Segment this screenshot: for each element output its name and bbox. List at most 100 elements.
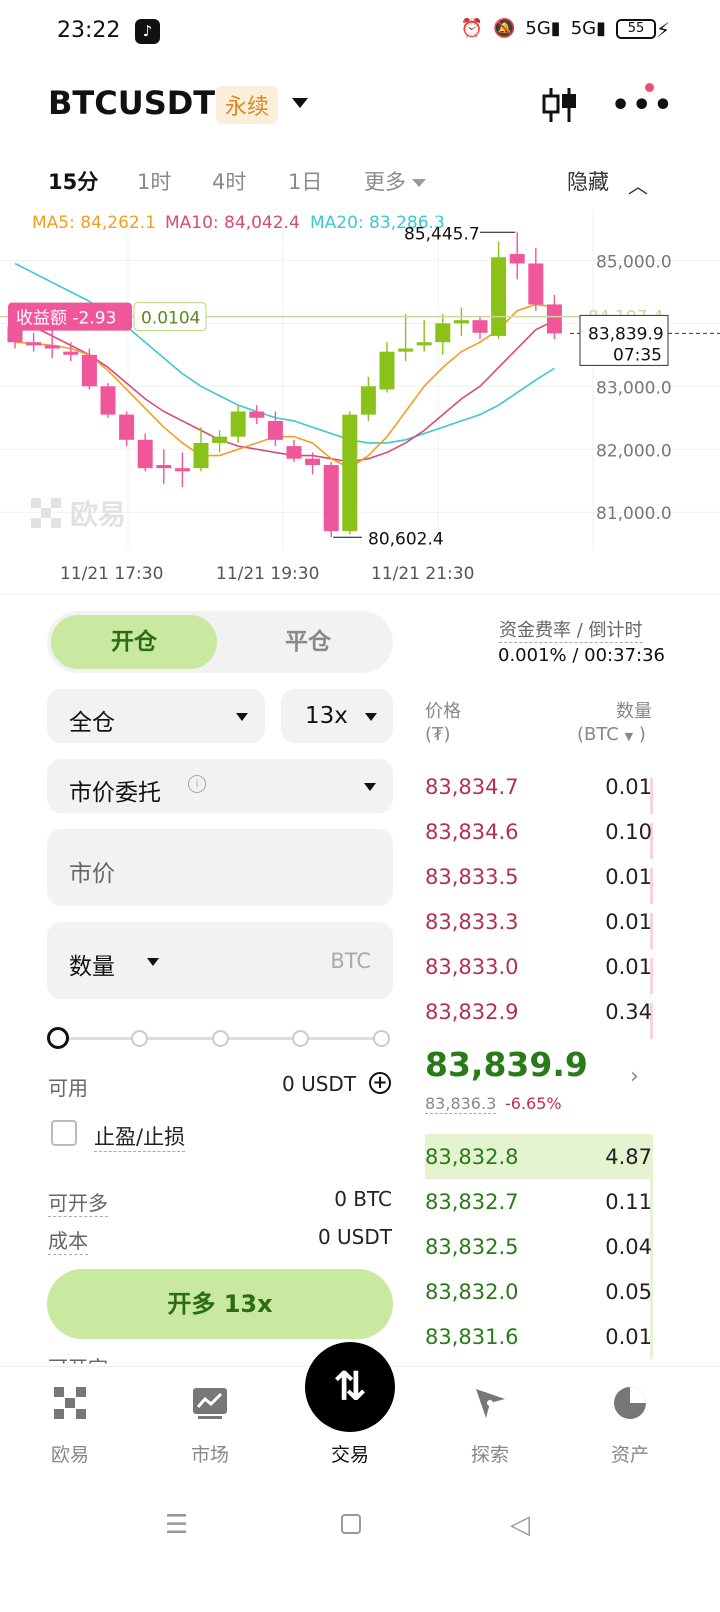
candle-body [174, 468, 190, 472]
candle-body [81, 354, 97, 387]
ask-qty: 0.34 [605, 1000, 652, 1024]
quantity-input[interactable]: 数量 BTC [47, 922, 393, 999]
candle-body [453, 320, 469, 324]
open-long-button[interactable]: 开多 13x [47, 1269, 393, 1339]
market-chart-icon[interactable] [192, 1385, 228, 1421]
ask-price[interactable]: 83,832.9 [425, 1000, 519, 1024]
slider-stop-75[interactable] [292, 1030, 309, 1047]
compass-icon[interactable] [472, 1385, 508, 1421]
status-bar: 23:22 ♪ ⏰ 🔕 5G▮ 5G▮ 55 ⚡ [0, 0, 720, 64]
tpsl-checkbox[interactable] [51, 1120, 77, 1146]
candlestick-icon[interactable] [541, 86, 579, 124]
chevron-up-icon[interactable]: ︿ [628, 170, 648, 199]
ask-price[interactable]: 83,833.3 [425, 910, 519, 934]
candle-body [230, 411, 246, 437]
ask-price[interactable]: 83,834.6 [425, 820, 519, 844]
pnl-label: 收益额 -2.93 [16, 309, 116, 329]
okx-watermark: 欧易 [31, 498, 126, 531]
candle-body [26, 342, 42, 346]
leverage-select[interactable]: 13x [281, 689, 393, 743]
tab-close-position[interactable]: 平仓 [225, 615, 391, 669]
hide-chart-button[interactable]: 隐藏 [567, 166, 609, 196]
ask-price[interactable]: 83,833.5 [425, 865, 519, 889]
x-tick-2: 11/21 19:30 [216, 564, 320, 584]
assets-pie-icon[interactable] [612, 1385, 648, 1421]
tiktok-icon: ♪ [135, 19, 160, 44]
menu-icon[interactable]: ☰ [165, 1510, 188, 1540]
candle-body [398, 348, 414, 352]
nav-assets[interactable]: 资产 [590, 1440, 670, 1467]
ob-qty-unit[interactable]: (BTC ▼ ) [577, 724, 646, 745]
candle-body [416, 342, 432, 346]
candle-body [286, 446, 302, 459]
tpsl-label[interactable]: 止盈/止损 [94, 1121, 186, 1152]
tab-1d[interactable]: 1日 [288, 166, 322, 196]
margin-mode-value: 全仓 [69, 710, 115, 736]
bid-qty: 0.04 [605, 1235, 652, 1259]
candle-body [100, 386, 116, 415]
add-funds-icon[interactable]: + [369, 1072, 391, 1094]
order-type-select[interactable]: 市价委托 i [47, 759, 393, 813]
max-open-label[interactable]: 可开多 [48, 1187, 108, 1217]
watermark-text: 欧易 [70, 498, 126, 531]
nav-trade[interactable]: 交易 [310, 1440, 390, 1467]
chevron-down-icon[interactable] [147, 958, 159, 966]
battery-icon: 55 [616, 18, 656, 39]
leverage-value: 13x [305, 703, 348, 729]
mark-price[interactable]: 83,836.3 [425, 1094, 497, 1114]
slider-stop-100[interactable] [373, 1030, 390, 1047]
candle-body [44, 345, 60, 349]
ma10-line [14, 316, 555, 463]
ask-qty: 0.01 [605, 775, 652, 799]
funding-rate-label[interactable]: 资金费率 / 倒计时 [499, 616, 643, 643]
bid-price[interactable]: 83,832.5 [425, 1235, 519, 1259]
divider [0, 594, 720, 595]
bid-price[interactable]: 83,832.8 [425, 1145, 519, 1169]
margin-mode-select[interactable]: 全仓 [47, 689, 265, 743]
candle-body [63, 351, 79, 355]
candle-body [323, 465, 339, 532]
more-icon[interactable]: ••• [611, 88, 675, 123]
slider-stop-25[interactable] [131, 1030, 148, 1047]
signal-icon-2: 5G▮ [570, 18, 606, 39]
bid-price[interactable]: 83,832.7 [425, 1190, 519, 1214]
tab-4h[interactable]: 4时 [212, 166, 246, 196]
info-icon[interactable]: i [188, 775, 206, 793]
chevron-down-icon [412, 179, 426, 187]
tab-15m[interactable]: 15分 [48, 166, 98, 196]
bid-qty: 0.05 [605, 1280, 652, 1304]
x-tick-1: 11/21 17:30 [60, 564, 164, 584]
order-type-value: 市价委托 [69, 780, 161, 806]
ob-price-unit: (₮) [425, 724, 451, 745]
cost-label[interactable]: 成本 [48, 1225, 88, 1255]
bid-price[interactable]: 83,832.0 [425, 1280, 519, 1304]
ask-price[interactable]: 83,833.0 [425, 955, 519, 979]
trade-fab-button[interactable]: ⇅ [305, 1342, 395, 1432]
chevron-right-icon[interactable]: › [630, 1064, 639, 1089]
home-icon[interactable] [341, 1514, 361, 1534]
candlestick-chart[interactable]: 85,000.0 83,000.0 82,000.0 81,000.0 欧易 收益额 … [0, 210, 720, 595]
symbol-dropdown-icon[interactable] [292, 98, 308, 108]
tab-1h[interactable]: 1时 [137, 166, 171, 196]
slider-handle[interactable] [47, 1027, 69, 1049]
ask-price[interactable]: 83,834.7 [425, 775, 519, 799]
nav-okx[interactable]: 欧易 [30, 1440, 110, 1467]
price-input[interactable]: 市价 [47, 829, 393, 906]
slider-stop-50[interactable] [212, 1030, 229, 1047]
chevron-down-icon [365, 713, 377, 721]
ask-qty: 0.01 [605, 955, 652, 979]
nav-explore[interactable]: 探索 [450, 1440, 530, 1467]
tab-open-position[interactable]: 开仓 [51, 615, 217, 669]
tab-more[interactable]: 更多 [364, 166, 426, 196]
status-time: 23:22 [57, 18, 121, 43]
back-icon[interactable]: ◁ [510, 1510, 530, 1540]
countdown-label: 07:35 [613, 345, 662, 365]
bid-price[interactable]: 83,831.6 [425, 1325, 519, 1349]
candle-body [491, 257, 507, 336]
symbol-title[interactable]: BTCUSDT [48, 84, 215, 122]
candle-body [342, 414, 358, 532]
nav-market[interactable]: 市场 [170, 1440, 250, 1467]
ask-qty: 0.01 [605, 910, 652, 934]
okx-logo-icon[interactable] [52, 1385, 88, 1421]
chevron-down-icon [364, 783, 376, 791]
